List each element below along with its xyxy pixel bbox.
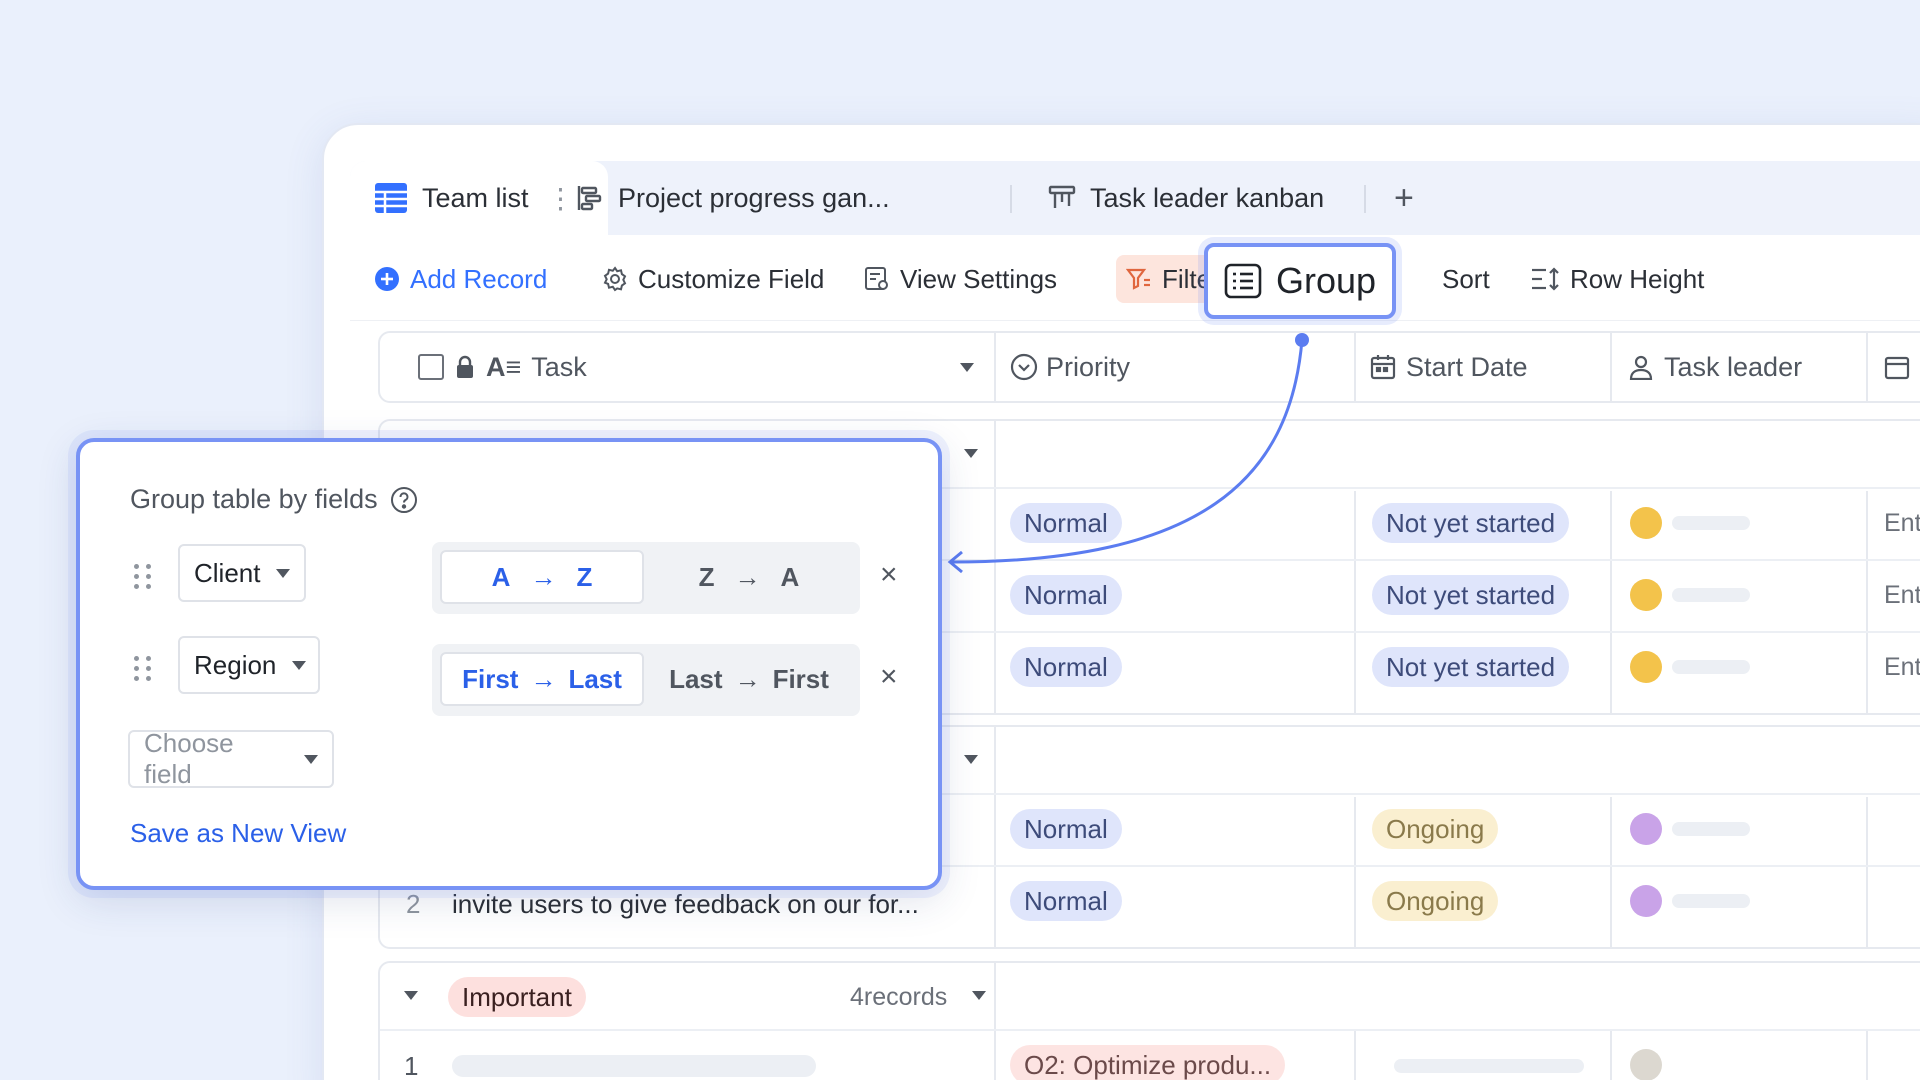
choose-field-select[interactable]: Choose field [128,728,334,789]
arrow-right-icon: → [530,561,557,592]
popup-title-text: Group table by fields [130,484,378,514]
sort-az-option[interactable]: A → Z [440,550,644,604]
sort-order-toggle: A → Z Z → A [432,542,860,614]
chevron-down-icon [276,568,291,578]
remove-group-close-icon[interactable]: × [880,660,898,694]
sort-letter: A [491,561,511,592]
arrow-right-icon: → [530,663,557,694]
sort-word: First [462,663,519,694]
popup-title: Group table by fields [130,484,418,515]
sort-first-last-option[interactable]: First → Last [440,652,644,706]
chevron-down-icon [304,754,318,764]
group-settings-popup: Group table by fields Client A → Z Z → A… [76,438,942,890]
drag-handle-icon[interactable] [134,564,152,589]
arrow-right-icon: → [734,561,761,592]
sort-letter: A [780,561,800,592]
sort-word: First [772,663,829,694]
group-field-value: Client [194,557,261,588]
chevron-down-icon [292,660,307,670]
sort-word: Last [669,663,723,694]
group-field-select-region[interactable]: Region [178,636,320,694]
drag-handle-icon[interactable] [134,656,152,681]
sort-za-option[interactable]: Z → A [646,550,852,604]
remove-group-close-icon[interactable]: × [880,558,898,592]
save-as-new-view-link[interactable]: Save as New View [130,818,346,849]
sort-order-toggle: First → Last Last → First [432,644,860,716]
group-field-select-client[interactable]: Client [178,544,306,602]
help-icon[interactable] [390,486,418,514]
sort-letter: Z [698,561,715,592]
choose-field-placeholder: Choose field [144,728,234,789]
arrow-right-icon: → [734,663,761,694]
sort-last-first-option[interactable]: Last → First [646,652,852,706]
group-field-value: Region [194,649,277,680]
sort-letter: Z [576,561,593,592]
sort-word: Last [568,663,622,694]
